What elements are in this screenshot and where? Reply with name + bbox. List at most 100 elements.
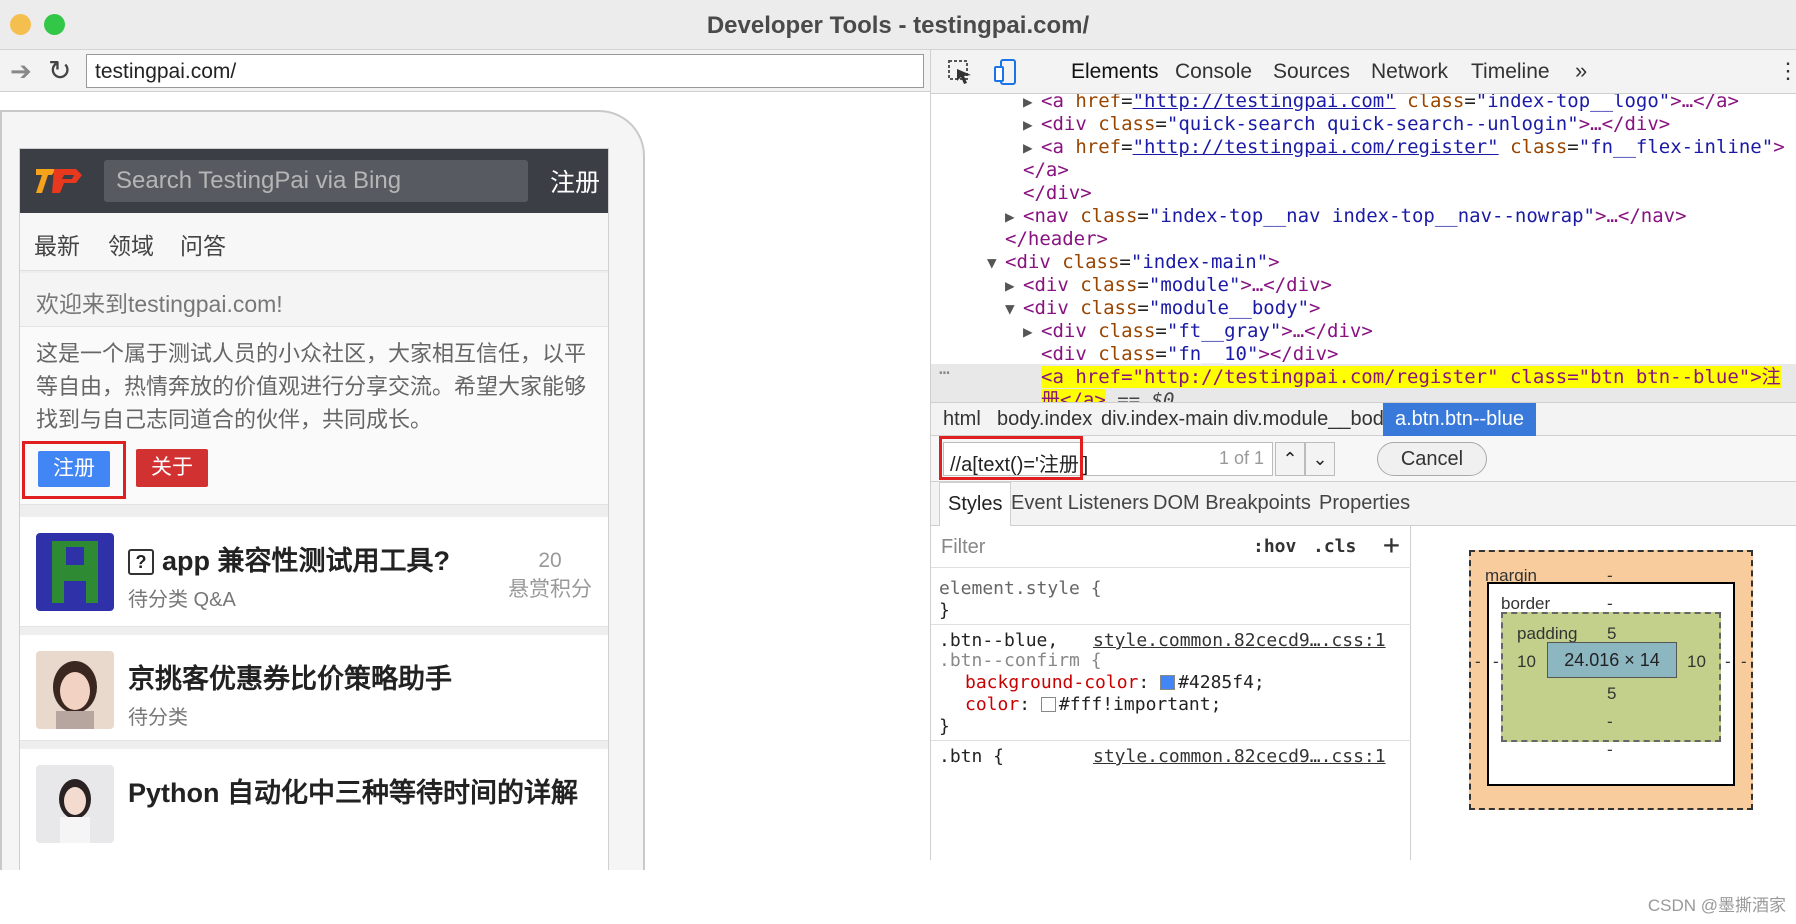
site-register-link[interactable]: 注册: [550, 163, 600, 199]
menu-icon[interactable]: ⋮: [1777, 58, 1796, 84]
post-item[interactable]: ? app 兼容性测试用工具? 待分类 Q&A 20 悬赏积分: [20, 517, 608, 627]
tab-styles[interactable]: Styles: [939, 482, 1012, 526]
device-frame: Search TestingPai via Bing 注册 最新 领域 问答 欢…: [0, 110, 645, 870]
expand-triangle-icon[interactable]: ▶: [1005, 274, 1023, 297]
post-score: 20 悬赏积分: [508, 549, 592, 603]
element-style-rule[interactable]: element.style {: [939, 578, 1102, 600]
rule-source-link[interactable]: style.common.82cecd9….css:1: [1093, 630, 1386, 652]
cls-toggle[interactable]: .cls: [1313, 536, 1356, 557]
crumb-html[interactable]: html: [943, 408, 981, 431]
tab-timeline[interactable]: Timeline: [1471, 60, 1550, 84]
border-bottom-value[interactable]: -: [1607, 712, 1613, 732]
dom-node[interactable]: ▶ <div class="module">…</div>: [1005, 274, 1332, 297]
next-match-icon[interactable]: ⌄: [1305, 442, 1335, 476]
padding-bottom-value[interactable]: 5: [1607, 684, 1616, 704]
tab-sources[interactable]: Sources: [1273, 60, 1350, 84]
dom-search-bar: //a[text()='注册'] 1 of 1 ⌃ ⌄ Cancel: [931, 436, 1796, 482]
match-count: 1 of 1: [1219, 448, 1265, 468]
crumb-module-body[interactable]: div.module__body: [1233, 408, 1394, 431]
border-right-value[interactable]: -: [1725, 652, 1731, 672]
new-rule-icon[interactable]: +: [1383, 528, 1400, 561]
about-button[interactable]: 关于: [136, 449, 208, 487]
cancel-search-button[interactable]: Cancel: [1377, 442, 1487, 476]
nav-latest[interactable]: 最新: [34, 227, 80, 261]
box-model: margin - border - padding 5 24.016 × 14 …: [1411, 526, 1796, 860]
dom-node[interactable]: <div class="fn__10"></div>: [1041, 343, 1338, 366]
url-field[interactable]: testingpai.com/: [86, 54, 924, 88]
post-item[interactable]: Python 自动化中三种等待时间的详解: [20, 749, 608, 870]
nav-qa[interactable]: 问答: [180, 227, 226, 261]
filter-row: Filter :hov .cls +: [931, 526, 1411, 568]
padding-right-value[interactable]: 10: [1687, 652, 1706, 672]
color-swatch-icon[interactable]: [1040, 697, 1056, 712]
dom-node[interactable]: ▶ <a href="http://testingpai.com/register…: [1023, 136, 1785, 159]
post-title[interactable]: ? app 兼容性测试用工具?: [128, 539, 450, 578]
rule-selector[interactable]: .btn--confirm {: [939, 650, 1102, 672]
border-left-value[interactable]: -: [1493, 652, 1499, 672]
expand-triangle-icon[interactable]: ▶: [1023, 320, 1041, 343]
padding-top-value[interactable]: 5: [1607, 624, 1616, 644]
box-content-size[interactable]: 24.016 × 14: [1547, 642, 1677, 678]
forward-icon[interactable]: ➔: [10, 56, 32, 87]
margin-bottom-value[interactable]: -: [1607, 740, 1613, 760]
browser-navbar: ➔ ↻ testingpai.com/: [0, 50, 930, 92]
tab-dom-breakpoints[interactable]: DOM Breakpoints: [1153, 492, 1311, 515]
dom-node[interactable]: ▶ <nav class="index-top__nav index-top__n…: [1005, 205, 1687, 228]
post-item[interactable]: 京挑客优惠券比价策略助手 待分类: [20, 635, 608, 741]
crumb-index-main[interactable]: div.index-main: [1101, 408, 1228, 431]
dom-node[interactable]: ▼ <div class="index-main">: [987, 251, 1280, 274]
dom-node[interactable]: ▶ <div class="ft__gray">…</div>: [1023, 320, 1373, 343]
rule-divider: [931, 624, 1411, 625]
window-title: Developer Tools - testingpai.com/: [706, 12, 1090, 39]
collapse-triangle-icon[interactable]: ▼: [987, 251, 1005, 274]
selected-node-open[interactable]: <a href="http://testingpai.com/register"…: [1041, 366, 1781, 388]
style-declaration[interactable]: color: #fff!important;: [965, 694, 1221, 716]
border-top-value[interactable]: -: [1607, 594, 1613, 614]
tab-console[interactable]: Console: [1175, 60, 1252, 84]
dom-node[interactable]: ▶ <div class="quick-search quick-search--…: [1023, 113, 1670, 136]
margin-left-value[interactable]: -: [1475, 652, 1481, 672]
device-mode-icon[interactable]: [993, 59, 1019, 85]
tab-event-listeners[interactable]: Event Listeners: [1011, 492, 1149, 515]
margin-right-value[interactable]: -: [1741, 652, 1747, 672]
padding-left-value[interactable]: 10: [1517, 652, 1536, 672]
style-declaration[interactable]: background-color: #4285f4;: [965, 672, 1265, 694]
more-tabs-icon[interactable]: »: [1575, 58, 1587, 84]
dom-node[interactable]: </div>: [1023, 182, 1092, 205]
site-logo-icon[interactable]: [36, 167, 84, 195]
expand-triangle-icon[interactable]: ▶: [1023, 94, 1041, 113]
post-title[interactable]: Python 自动化中三种等待时间的详解: [128, 771, 578, 810]
dom-node[interactable]: ▶ <a href="http://testingpai.com" class="…: [1023, 94, 1739, 113]
color-swatch-icon[interactable]: [1160, 675, 1176, 690]
dom-node[interactable]: ▼ <div class="module__body">: [1005, 297, 1320, 320]
post-title-text[interactable]: app 兼容性测试用工具?: [162, 546, 450, 576]
expand-triangle-icon[interactable]: ▶: [1023, 136, 1041, 159]
tab-properties[interactable]: Properties: [1319, 492, 1410, 515]
tab-elements[interactable]: Elements: [1071, 60, 1159, 84]
watermark: CSDN @墨撕酒家: [1647, 896, 1786, 915]
nav-domains[interactable]: 领域: [108, 227, 154, 261]
reload-icon[interactable]: ↻: [48, 54, 71, 87]
ellipsis-icon[interactable]: …: [939, 358, 950, 379]
dom-node[interactable]: </header>: [1005, 228, 1108, 251]
inspect-element-icon[interactable]: [947, 59, 973, 85]
dom-node[interactable]: </a>: [1023, 159, 1069, 182]
expand-triangle-icon[interactable]: ▶: [1005, 205, 1023, 228]
site-nav: 最新 领域 问答: [20, 213, 608, 271]
hov-toggle[interactable]: :hov: [1253, 536, 1296, 557]
expand-triangle-icon[interactable]: ▶: [1023, 113, 1041, 136]
collapse-triangle-icon[interactable]: ▼: [1005, 297, 1023, 320]
site-search-input[interactable]: Search TestingPai via Bing: [104, 160, 528, 202]
rule-selector[interactable]: .btn--blue,: [939, 630, 1058, 652]
crumb-body[interactable]: body.index: [997, 408, 1092, 431]
previous-match-icon[interactable]: ⌃: [1275, 442, 1305, 476]
highlight-box: [22, 441, 126, 499]
devtools-panel: Elements Console Sources Network Timelin…: [930, 50, 1796, 860]
tab-network[interactable]: Network: [1371, 60, 1448, 84]
styles-filter-input[interactable]: Filter: [941, 536, 985, 559]
rule-selector[interactable]: .btn {: [939, 746, 1004, 768]
rule-source-link[interactable]: style.common.82cecd9….css:1: [1093, 746, 1386, 768]
post-title[interactable]: 京挑客优惠券比价策略助手: [128, 657, 452, 696]
crumb-selected[interactable]: a.btn.btn--blue: [1383, 403, 1536, 436]
score-value: 20: [538, 549, 562, 572]
